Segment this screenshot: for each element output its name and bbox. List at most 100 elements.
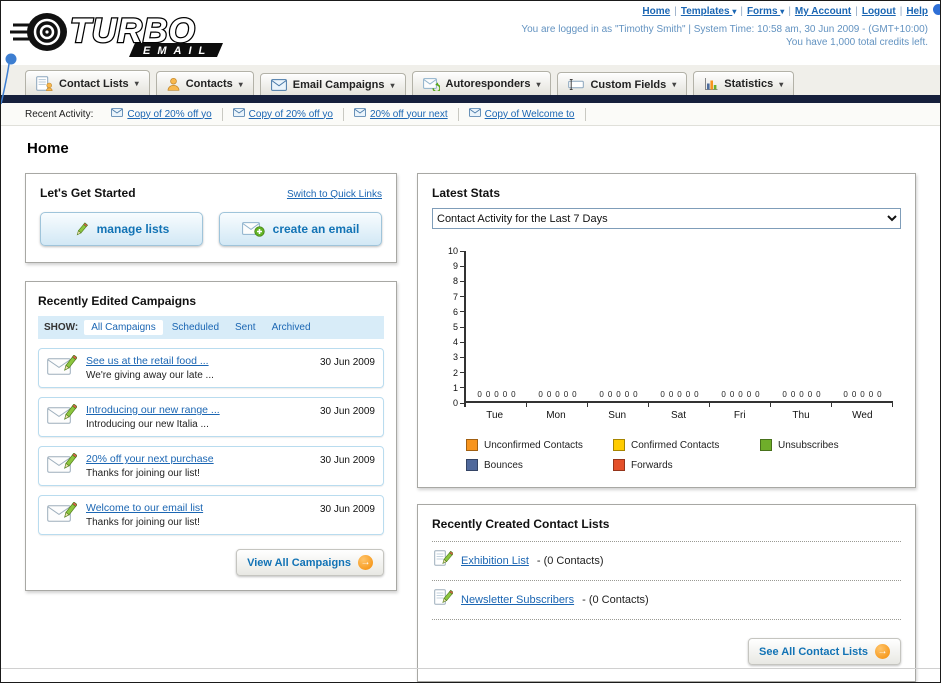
chart-bar-group: 00000 bbox=[771, 251, 832, 401]
bar-value: 0 bbox=[851, 390, 857, 399]
legend-swatch bbox=[613, 459, 625, 471]
nav-tab-custom-fields[interactable]: Custom Fields ▾ bbox=[557, 72, 688, 95]
recent-activity-label: Recent Activity: bbox=[25, 108, 94, 120]
nav-tab-contacts[interactable]: Contacts ▾ bbox=[155, 71, 254, 95]
campaign-row: 20% off your next purchase Thanks for joi… bbox=[38, 446, 384, 486]
top-link-help[interactable]: Help bbox=[906, 6, 928, 17]
nav-tab-label: Contact Lists bbox=[59, 77, 129, 90]
create-email-button[interactable]: create an email bbox=[219, 212, 382, 246]
y-axis-label: 6 bbox=[453, 307, 464, 317]
bar-value-labels: 00000 bbox=[649, 390, 710, 399]
chevron-down-icon: ▾ bbox=[390, 80, 395, 90]
bar-value: 0 bbox=[694, 390, 699, 399]
bar-value-labels: 00000 bbox=[527, 390, 588, 399]
nav-tab-label: Contacts bbox=[185, 78, 233, 90]
top-link-logout[interactable]: Logout bbox=[862, 6, 896, 17]
envelope-plus-icon bbox=[241, 221, 265, 237]
bar-value: 0 bbox=[485, 390, 491, 399]
bar-value-labels: 00000 bbox=[832, 390, 893, 399]
recent-activity-bar: Recent Activity: Copy of 20% off yo Copy … bbox=[1, 103, 940, 126]
legend-swatch bbox=[466, 459, 478, 471]
top-link-home[interactable]: Home bbox=[642, 6, 670, 17]
x-axis-label: Tue bbox=[486, 410, 504, 421]
campaign-text: Welcome to our email list Thanks for join… bbox=[86, 502, 311, 528]
link-separator: | bbox=[674, 6, 677, 17]
campaign-title-link[interactable]: Introducing our new range ... bbox=[86, 404, 311, 416]
recent-activity-link[interactable]: 20% off your next bbox=[370, 109, 448, 120]
bar-value: 0 bbox=[799, 390, 804, 399]
x-axis-label: Wed bbox=[852, 410, 873, 421]
y-axis-label: 3 bbox=[453, 352, 464, 362]
bar-value: 0 bbox=[721, 390, 726, 399]
campaigns-filter-archived[interactable]: Archived bbox=[265, 320, 318, 335]
top-link-my-account[interactable]: My Account bbox=[795, 6, 851, 17]
chevron-down-icon: ▾ bbox=[134, 79, 139, 88]
campaigns-filter-scheduled[interactable]: Scheduled bbox=[165, 320, 226, 335]
envelope-pencil-icon bbox=[47, 354, 78, 381]
view-all-campaigns-label: View All Campaigns bbox=[247, 556, 351, 569]
nav-tab-label: Statistics bbox=[724, 78, 774, 90]
see-all-contact-lists-label: See All Contact Lists bbox=[758, 645, 868, 658]
recent-activity-link[interactable]: Copy of Welcome to bbox=[485, 109, 575, 120]
footer-divider bbox=[1, 668, 940, 669]
autoresponders-icon bbox=[422, 77, 440, 91]
nav-tab-autoresponders[interactable]: Autoresponders ▾ bbox=[411, 71, 552, 95]
nav-tab-label: Custom Fields bbox=[590, 78, 667, 91]
bar-value: 0 bbox=[746, 390, 752, 399]
get-started-panel: Let's Get Started Switch to Quick Links … bbox=[25, 173, 397, 263]
bar-value-labels: 00000 bbox=[710, 390, 771, 399]
contact-list-link[interactable]: Newsletter Subscribers bbox=[461, 594, 574, 606]
top-link-templates[interactable]: Templates ▾ bbox=[681, 6, 737, 17]
campaign-title-link[interactable]: Welcome to our email list bbox=[86, 502, 311, 514]
campaigns-filter-all-campaigns[interactable]: All Campaigns bbox=[84, 320, 163, 335]
campaign-date: 30 Jun 2009 bbox=[319, 406, 375, 417]
pencil-list-icon bbox=[434, 589, 454, 611]
bar-value: 0 bbox=[790, 390, 796, 399]
recent-campaigns-panel: Recently Edited Campaigns SHOW: All Camp… bbox=[25, 281, 397, 591]
top-link-forms[interactable]: Forms ▾ bbox=[747, 6, 784, 17]
chevron-down-icon: ▾ bbox=[672, 80, 677, 89]
bar-value: 0 bbox=[555, 390, 560, 399]
bar-value: 0 bbox=[860, 390, 865, 399]
bar-value: 0 bbox=[816, 390, 821, 399]
campaign-subtitle: We're giving away our late ... bbox=[86, 370, 214, 381]
legend-item-forwards: Forwards bbox=[613, 459, 754, 471]
header: TURBO EMAIL Home | Templates ▾ | Forms ▾ | My … bbox=[1, 1, 940, 65]
view-all-campaigns-button[interactable]: View All Campaigns → bbox=[236, 549, 384, 576]
campaign-subtitle: Thanks for joining our list! bbox=[86, 517, 200, 528]
envelope-icon bbox=[354, 108, 366, 120]
stats-period-select[interactable]: Contact Activity for the Last 7 Days bbox=[432, 208, 901, 229]
legend-label: Unsubscribes bbox=[778, 439, 839, 451]
switch-quick-links-link[interactable]: Switch to Quick Links bbox=[287, 189, 382, 200]
page-title: Home bbox=[27, 140, 69, 157]
custom-fields-icon bbox=[568, 78, 585, 91]
bar-value: 0 bbox=[782, 390, 787, 399]
nav-tab-contact-lists[interactable]: Contact Lists ▾ bbox=[25, 70, 150, 95]
legend-item-confirmed-contacts: Confirmed Contacts bbox=[613, 439, 754, 451]
see-all-contact-lists-button[interactable]: See All Contact Lists → bbox=[747, 638, 901, 665]
campaign-title-link[interactable]: See us at the retail food ... bbox=[86, 355, 311, 367]
header-links: Home | Templates ▾ | Forms ▾ | My Account | Logo… bbox=[521, 6, 928, 17]
envelope-pencil-icon bbox=[47, 501, 78, 528]
campaign-title-link[interactable]: 20% off your next purchase bbox=[86, 453, 311, 465]
x-axis-label: Thu bbox=[792, 410, 810, 421]
pencil-icon bbox=[74, 222, 89, 237]
bar-value: 0 bbox=[668, 390, 674, 399]
contact-list-link[interactable]: Exhibition List bbox=[461, 555, 529, 567]
manage-lists-button[interactable]: manage lists bbox=[40, 212, 203, 246]
campaigns-filter-sent[interactable]: Sent bbox=[228, 320, 263, 335]
recent-activity-link[interactable]: Copy of 20% off yo bbox=[127, 109, 211, 120]
recent-activity-item: 20% off your next bbox=[344, 107, 459, 121]
chart-x-axis: Tue Mon Sun Sat Fri Thu Wed bbox=[464, 410, 893, 421]
contact-list-count: - (0 Contacts) bbox=[582, 594, 649, 606]
contact-activity-chart: 10 9 8 7 6 5 4 3 2 1 0 000000000000000000000000000… bbox=[432, 246, 901, 421]
recent-activity-link[interactable]: Copy of 20% off yo bbox=[249, 109, 333, 120]
nav-tab-email-campaigns[interactable]: Email Campaigns ▾ bbox=[259, 73, 406, 95]
x-axis-tick bbox=[710, 403, 771, 407]
nav-tab-statistics[interactable]: Statistics ▾ bbox=[693, 71, 795, 95]
bar-value: 0 bbox=[511, 390, 516, 399]
link-separator: | bbox=[740, 6, 743, 17]
x-axis-tick bbox=[771, 403, 832, 407]
statistics-icon bbox=[704, 77, 718, 91]
legend-swatch bbox=[760, 439, 772, 451]
